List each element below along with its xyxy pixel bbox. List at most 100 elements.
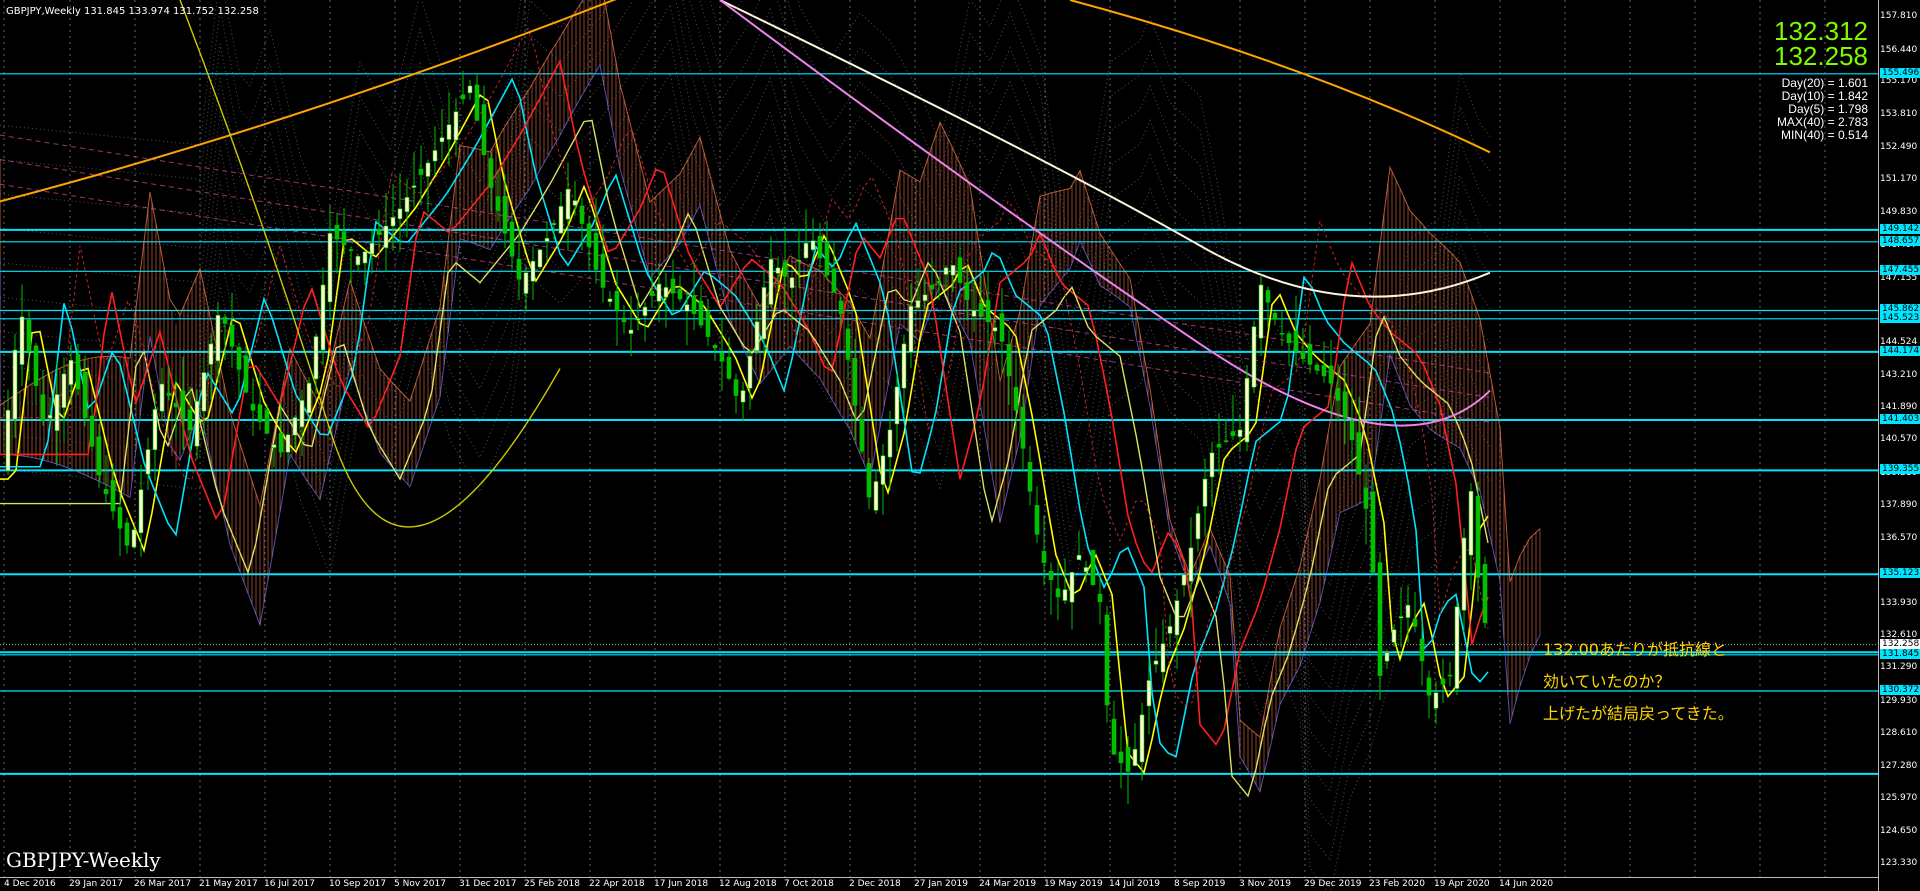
date-tick-label: 23 Feb 2020 [1369,879,1426,889]
date-tick-label: 4 Dec 2016 [4,879,56,889]
candle-body [1181,574,1187,586]
chart-window[interactable]: GBPJPY,Weekly 131.845 133.974 131.752 13… [0,0,1920,891]
candle-body [257,404,263,423]
candle-body [1377,562,1383,676]
candle-body [236,347,242,370]
candle-body [887,429,893,458]
candle-body [334,224,340,240]
candle-body [1027,462,1033,492]
candle-body [327,233,333,303]
candle-body [705,311,711,337]
candle-body [96,436,102,476]
price-tick-label: 156.440 [1880,44,1918,55]
price-tick-label: 124.650 [1880,825,1918,836]
candle-body [1342,391,1348,418]
ma-long-line [0,119,1489,798]
candle-body [747,355,753,389]
candle-body [740,390,746,403]
candle-body [866,463,872,498]
candle-body [369,242,375,255]
date-tick-label: 2 Dec 2018 [849,879,901,889]
candle-body [803,242,809,259]
candle-body [1475,495,1481,578]
ma-orange-line [0,0,617,203]
price-axis[interactable] [1878,0,1920,891]
date-tick-label: 29 Dec 2019 [1304,879,1362,889]
candle-body [502,196,508,234]
candle-body [1223,440,1229,442]
candle-body [838,300,844,314]
candle-body [243,355,249,393]
candle-body [138,489,144,534]
price-tick-label: 151.170 [1880,174,1918,185]
candle-body [1041,551,1047,563]
candle-body [635,318,641,321]
candle-body [453,111,459,141]
price-tick-label: 141.890 [1880,402,1918,413]
level-tag: 132.258 [1880,638,1920,649]
candle-body [348,249,354,251]
candle-body [26,319,32,352]
time-axis[interactable] [0,877,1878,878]
candle-body [523,272,529,294]
ask-price: 132.258 [1774,41,1868,71]
candle-body [1202,478,1208,507]
candle-body [1132,748,1138,766]
candle-body [425,162,431,177]
date-tick-label: 16 Jul 2017 [264,879,315,889]
candle-body [1419,638,1425,662]
candle-body [1398,616,1404,619]
candle-body [215,314,221,362]
ma-cream-line [719,0,1491,298]
candle-body [383,225,389,248]
candle-body [313,336,319,380]
level-tag: 139.355 [1880,464,1920,475]
candle-body [1321,365,1327,377]
price-tick-label: 125.970 [1880,793,1918,804]
candle-body [145,449,151,475]
candle-body [250,403,256,411]
level-tag: 148.657 [1880,235,1920,246]
candle-body [1083,567,1089,573]
date-tick-label: 8 Sep 2019 [1174,879,1226,889]
candle-body [68,359,74,385]
candle-body [789,277,795,289]
candle-body [817,235,823,259]
date-tick-label: 19 Apr 2020 [1434,879,1490,889]
candle-body [607,298,613,302]
price-tick-label: 137.890 [1880,500,1918,511]
date-tick-label: 29 Jan 2017 [69,879,123,889]
band-dashed [0,134,1491,374]
candle-body [509,221,515,257]
date-tick-label: 14 Jul 2019 [1109,879,1160,889]
candle-body [460,94,466,100]
price-chart-canvas[interactable] [0,0,1920,891]
price-tick-label: 157.810 [1880,10,1918,21]
candle-body [1034,505,1040,535]
date-tick-label: 31 Dec 2017 [459,879,517,889]
candle-body [292,417,298,436]
candle-body [1293,330,1299,352]
candle-body [698,300,704,326]
candle-body [656,283,662,302]
price-tick-label: 127.280 [1880,760,1918,771]
candle-body [1097,593,1103,603]
date-tick-label: 27 Jan 2019 [914,879,968,889]
candle-body [5,409,11,472]
candle-body [355,256,361,266]
date-tick-label: 3 Nov 2019 [1239,879,1291,889]
candle-body [1188,547,1194,582]
date-tick-label: 21 May 2017 [199,879,258,889]
candle-body [474,84,480,121]
candle-body [131,529,137,548]
volatility-stats: Day(20) = 1.601 Day(10) = 1.842 Day(5) =… [1777,77,1868,142]
level-tag: 130.372 [1880,684,1920,695]
candle-body [1468,491,1474,556]
level-tag: 147.455 [1880,265,1920,276]
candle-body [229,324,235,347]
candle-body [271,444,277,448]
candle-body [530,260,536,282]
candle-body [1139,714,1145,763]
date-tick-label: 12 Aug 2018 [719,879,777,889]
candle-body [390,217,396,227]
